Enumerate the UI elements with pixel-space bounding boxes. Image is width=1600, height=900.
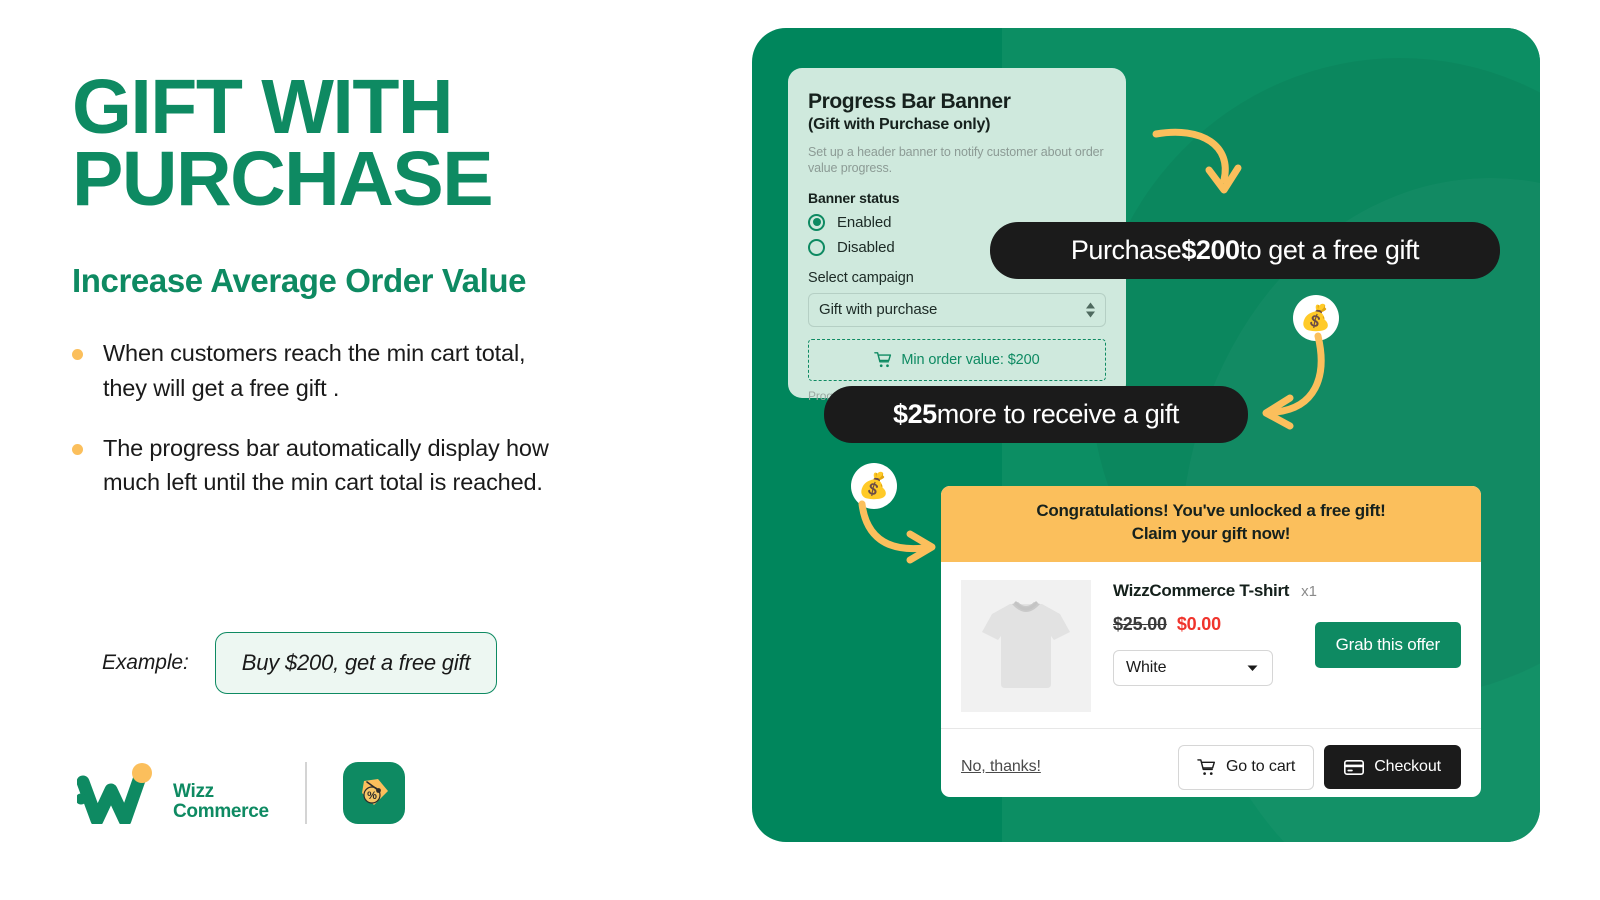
gift-popup-body: WizzCommerce T-shirt x1 $25.00 $0.00 White… (941, 562, 1481, 728)
bullet-text: When customers reach the min cart total,… (103, 340, 526, 401)
gift-header-line1: Congratulations! You've unlocked a free … (1036, 501, 1386, 520)
min-order-value-box: Min order value: $200 (808, 338, 1106, 381)
go-to-cart-label: Go to cart (1225, 758, 1296, 776)
product-thumbnail (961, 579, 1091, 712)
chevron-down-icon (1247, 659, 1258, 677)
discount-tag-icon: % (361, 779, 388, 805)
wizzcommerce-logo: Wizz Commerce (75, 762, 269, 827)
settings-card-subtitle: (Gift with Purchase only) (808, 116, 991, 133)
shopping-cart-icon (874, 351, 892, 367)
product-title-text: WizzCommerce T-shirt (1113, 580, 1290, 600)
toast-top-amount: $200 (1181, 235, 1240, 265)
radio-disabled-label: Disabled (837, 238, 895, 256)
select-campaign-value: Gift with purchase (819, 301, 938, 318)
wizz-wordmark-line2: Commerce (173, 800, 269, 822)
variant-select-value: White (1126, 658, 1167, 676)
price-discounted: $0.00 (1176, 613, 1221, 634)
feature-bullet-list: When customers reach the min cart total,… (72, 336, 642, 525)
money-bag-badge-bottom: 💰 (851, 463, 897, 509)
brand-footer: Wizz Commerce % (75, 762, 405, 827)
banner-status-label: Banner status (808, 189, 900, 206)
gift-product-info: WizzCommerce T-shirt x1 $25.00 $0.00 White… (1091, 580, 1461, 712)
page-subtitle: Increase Average Order Value (72, 262, 527, 299)
page-title: GIFT WITH PURCHASE (72, 64, 494, 222)
radio-enabled-icon[interactable] (808, 213, 825, 231)
page-title-line1: GIFT WITH (72, 64, 453, 150)
price-original: $25.00 (1113, 613, 1167, 634)
settings-card-description: Set up a header banner to notify custome… (808, 145, 1104, 176)
list-item: When customers reach the min cart total,… (72, 336, 642, 406)
left-content-column: GIFT WITH PURCHASE Increase Average Orde… (72, 0, 712, 900)
gift-header-line2: Claim your gift now! (1131, 523, 1291, 543)
gift-popup-footer: No, thanks! Go to cart Checkout (941, 727, 1481, 797)
checkout-button[interactable]: Checkout (1324, 745, 1461, 790)
toast-top-suffix: to get a free gift (1239, 235, 1420, 265)
variant-select-dropdown[interactable]: White (1113, 649, 1273, 686)
decline-offer-link[interactable]: No, thanks! (961, 758, 1041, 776)
free-gift-popup: Congratulations! You've unlocked a free … (941, 486, 1481, 797)
product-quantity: x1 (1301, 582, 1318, 600)
toast-remaining-amount: $25 more to receive a gift (824, 386, 1248, 443)
wizz-wordmark: Wizz Commerce (173, 780, 269, 822)
app-icon-badge: % (342, 762, 405, 824)
bullet-dot-icon (72, 443, 83, 455)
radio-enabled-label: Enabled (837, 213, 892, 231)
toast-bottom-amount: $25 (893, 399, 937, 429)
settings-card-title: Progress Bar Banner (808, 90, 1011, 113)
select-campaign-dropdown[interactable]: Gift with purchase (808, 292, 1106, 327)
example-value-box: Buy $200, get a free gift (214, 632, 498, 694)
page-title-line2: PURCHASE (72, 135, 494, 222)
bullet-dot-icon (72, 349, 83, 360)
tshirt-placeholder-icon (982, 600, 1070, 688)
checkout-label: Checkout (1374, 758, 1441, 776)
example-label: Example: (102, 651, 189, 674)
money-bag-icon: 💰 (858, 471, 890, 500)
wizz-w-mark-icon (75, 762, 169, 827)
updown-caret-icon (1086, 302, 1095, 317)
money-bag-icon: 💰 (1300, 303, 1332, 332)
brand-divider (304, 762, 307, 824)
min-order-value-text: Min order value: $200 (901, 351, 1040, 368)
wizz-wordmark-line1: Wizz (173, 780, 214, 802)
toast-top-prefix: Purchase (1070, 235, 1182, 265)
svg-text:%: % (367, 790, 377, 802)
gift-popup-header: Congratulations! You've unlocked a free … (941, 486, 1481, 562)
toast-bottom-suffix: more to receive a gift (936, 399, 1180, 429)
infographic-canvas: GIFT WITH PURCHASE Increase Average Orde… (0, 0, 1600, 900)
money-bag-badge-top: 💰 (1293, 295, 1339, 341)
radio-disabled-icon[interactable] (808, 238, 825, 256)
bullet-text: The progress bar automatically display h… (103, 434, 549, 496)
example-row: Example: Buy $200, get a free gift (102, 632, 498, 694)
list-item: The progress bar automatically display h… (72, 431, 642, 501)
product-title: WizzCommerce T-shirt x1 (1113, 580, 1461, 602)
go-to-cart-button[interactable]: Go to cart (1177, 744, 1315, 790)
toast-purchase-threshold: Purchase $200 to get a free gift (990, 222, 1500, 279)
credit-card-icon (1344, 759, 1365, 775)
grab-this-offer-button[interactable]: Grab this offer (1314, 621, 1461, 668)
shopping-cart-icon (1197, 759, 1215, 775)
